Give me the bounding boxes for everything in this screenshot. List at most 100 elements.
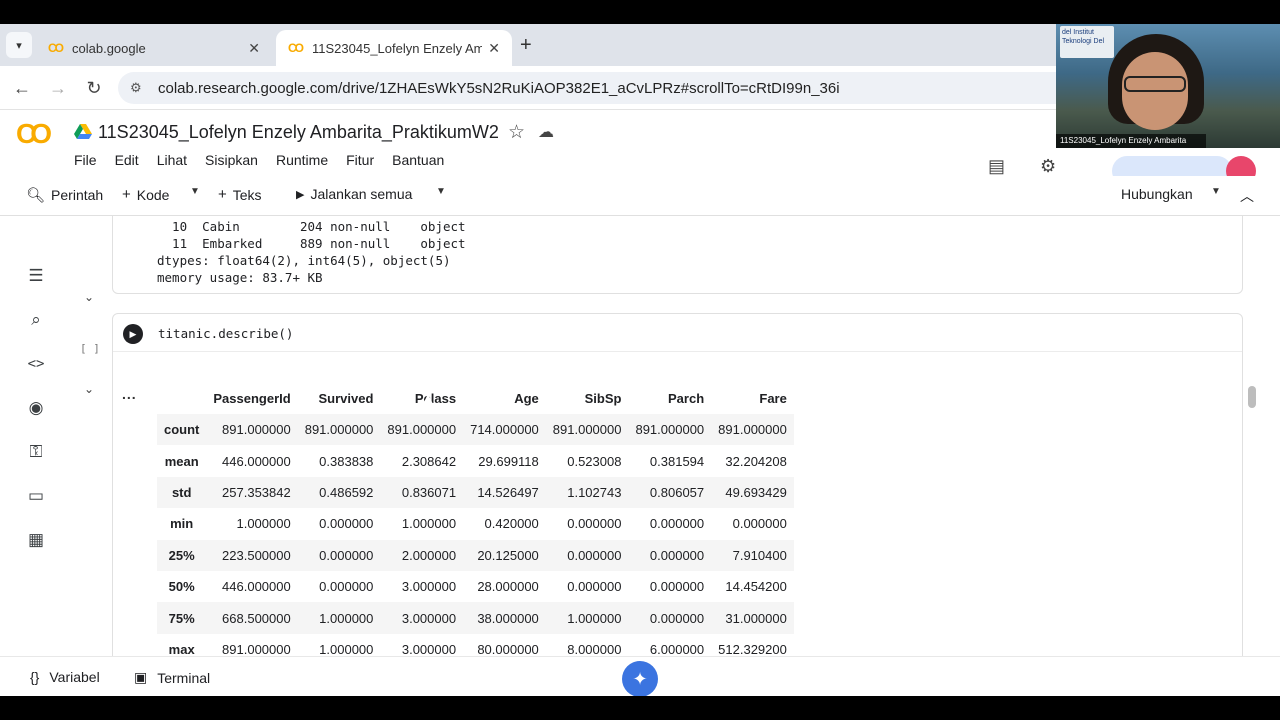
secrets-key-icon[interactable]: ⚿ <box>24 440 48 464</box>
webcam-overlay: del Institut Teknologi Del 11S23045_Lofe… <box>1056 24 1280 148</box>
gemini-button[interactable]: ✦ <box>622 661 658 696</box>
collapse-header-icon[interactable]: ︿ <box>1240 186 1254 206</box>
table-cell: 38.000000 <box>463 602 546 634</box>
table-row: 25% 223.500000 0.000000 2.000000 20.125000 0.… <box>157 539 794 571</box>
table-cell: 80.000000 <box>477 641 539 656</box>
table-cell: 0.383838 <box>319 453 374 469</box>
variable-inspector-icon[interactable]: ◉ <box>24 396 48 420</box>
menu-tools[interactable]: Fitur <box>346 152 374 168</box>
table-cell: 0.000000 <box>297 539 381 571</box>
back-icon[interactable]: ← <box>10 76 34 100</box>
tab-colab-google[interactable]: CO colab.google ✕ <box>36 30 272 66</box>
column-header: Survived <box>297 383 381 414</box>
site-info-icon[interactable]: ⚙ <box>130 80 146 96</box>
code-text[interactable]: titanic.describe() <box>158 326 293 341</box>
table-cell: 0.000000 <box>649 516 705 532</box>
table-cell: 891.000000 <box>222 641 291 656</box>
table-cell: 8.000000 <box>567 641 622 656</box>
table-row: 50% 446.000000 0.000000 3.000000 28.000000 0.… <box>157 571 794 602</box>
column-header: Parch <box>628 383 712 414</box>
collapse-output-icon[interactable]: ⌄ <box>84 382 94 396</box>
menu-view[interactable]: Lihat <box>157 152 187 168</box>
menu-bar: File Edit Lihat Sisipkan Runtime Fitur B… <box>74 152 462 168</box>
command-palette-button[interactable]: 🔍︎ Perintah <box>26 186 103 204</box>
row-label: mean <box>164 453 199 469</box>
drive-icon <box>74 124 92 139</box>
column-header: Fare <box>711 383 794 414</box>
bottom-bar: {} Variabel ▣ Terminal ✦ <box>0 656 1280 696</box>
run-all-button[interactable]: ▶ Jalankan semua <box>296 186 412 202</box>
cloud-saved-icon[interactable]: ☁ <box>538 122 554 142</box>
tab-notebook[interactable]: CO 11S23045_Lofelyn Enzely Amba ✕ <box>276 30 512 66</box>
caret-down-icon: ▼ <box>436 186 446 197</box>
notebook-title[interactable]: 11S23045_Lofelyn Enzely Ambarita_Praktik… <box>98 122 499 143</box>
add-code-button[interactable]: + Kode <box>122 186 169 203</box>
row-label: std <box>157 476 207 509</box>
close-tab-icon[interactable]: ✕ <box>488 40 500 57</box>
gear-icon[interactable]: ⚙ <box>1040 156 1056 177</box>
folder-icon[interactable]: ▭ <box>24 484 48 508</box>
play-icon: ▶ <box>296 188 305 201</box>
comment-icon[interactable]: ▤ <box>988 156 1005 177</box>
column-header: PassengerId <box>206 383 298 414</box>
table-cell: 0.000000 <box>628 602 712 634</box>
output-scrollbar[interactable] <box>1248 386 1256 408</box>
code-snippets-icon[interactable]: <> <box>24 352 48 376</box>
menu-insert[interactable]: Sisipkan <box>205 152 258 168</box>
table-cell: 6.000000 <box>649 641 705 656</box>
tab-title: 11S23045_Lofelyn Enzely Amba <box>312 40 483 56</box>
add-text-button[interactable]: + Teks <box>218 186 262 203</box>
table-of-contents-icon[interactable]: ☰ <box>24 264 48 288</box>
table-cell: 2.308642 <box>401 453 457 469</box>
terminal-button[interactable]: ▣ Terminal <box>134 669 210 686</box>
caret-down-icon: ▼ <box>190 186 200 197</box>
menu-file[interactable]: File <box>74 152 97 168</box>
table-cell: 0.381594 <box>649 453 705 469</box>
search-icon: 🔍︎ <box>26 187 46 204</box>
row-label: min <box>170 516 194 532</box>
tab-search-menu-icon[interactable]: ▾ <box>6 32 32 58</box>
menu-edit[interactable]: Edit <box>115 152 139 168</box>
table-cell: 0.000000 <box>567 516 622 532</box>
table-cell: 3.000000 <box>380 602 464 634</box>
run-all-dropdown[interactable]: ▼ <box>436 186 446 197</box>
menu-help[interactable]: Bantuan <box>392 152 444 168</box>
forward-icon[interactable]: → <box>46 76 70 100</box>
find-replace-icon[interactable]: ⌕ <box>24 308 48 332</box>
variables-button[interactable]: {} Variabel <box>30 669 100 685</box>
row-label: 25% <box>157 539 207 571</box>
colab-logo[interactable]: CO <box>16 118 52 150</box>
collapse-output-icon[interactable]: ⌄ <box>84 290 94 304</box>
table-cell: 0.000000 <box>319 516 374 532</box>
caret-down-icon: ▼ <box>1211 186 1221 197</box>
table-body: count 891.000000 891.000000 891.000000 714.0… <box>157 414 794 656</box>
row-label: count <box>157 414 207 446</box>
table-cell: 32.204208 <box>725 453 787 469</box>
output-line: 10 Cabin 204 non-null object <box>157 219 466 234</box>
run-cell-button[interactable]: ▶ <box>123 324 143 344</box>
new-tab-icon[interactable]: + <box>520 34 532 57</box>
connect-dropdown[interactable]: ▼ <box>1211 186 1221 197</box>
notebook-toolbar: 🔍︎ Perintah + Kode ▼ + Teks ▶ Jalankan s… <box>0 176 1280 216</box>
output-actions-icon[interactable]: ... <box>122 386 137 402</box>
table-cell: 3.000000 <box>401 641 457 656</box>
table-cell: 29.699118 <box>478 453 539 469</box>
table-cell: 0.000000 <box>732 516 787 532</box>
table-row: max 891.000000 1.000000 3.000000 80.000000 8.… <box>157 634 794 656</box>
connect-button[interactable]: Hubungkan <box>1121 186 1193 202</box>
tab-title: colab.google <box>72 40 146 56</box>
star-icon[interactable]: ☆ <box>508 121 525 144</box>
table-cell: 2.000000 <box>380 539 464 571</box>
menu-runtime[interactable]: Runtime <box>276 152 328 168</box>
table-cell: 891.000000 <box>628 414 712 446</box>
table-cell: 446.000000 <box>222 453 291 469</box>
address-bar[interactable]: ⚙ colab.research.google.com/drive/1ZHAEs… <box>118 72 1078 104</box>
reload-icon[interactable]: ↻ <box>82 76 106 100</box>
data-table-icon[interactable]: ▦ <box>24 528 48 552</box>
braces-icon: {} <box>30 669 40 685</box>
code-cell-input[interactable]: ▶ titanic.describe() <box>113 314 1242 352</box>
previous-output-cell: 10 Cabin 204 non-null object 11 Embarked… <box>112 216 1243 294</box>
output-line: memory usage: 83.7+ KB <box>157 270 323 285</box>
close-tab-icon[interactable]: ✕ <box>248 40 260 57</box>
add-code-dropdown[interactable]: ▼ <box>190 186 200 197</box>
